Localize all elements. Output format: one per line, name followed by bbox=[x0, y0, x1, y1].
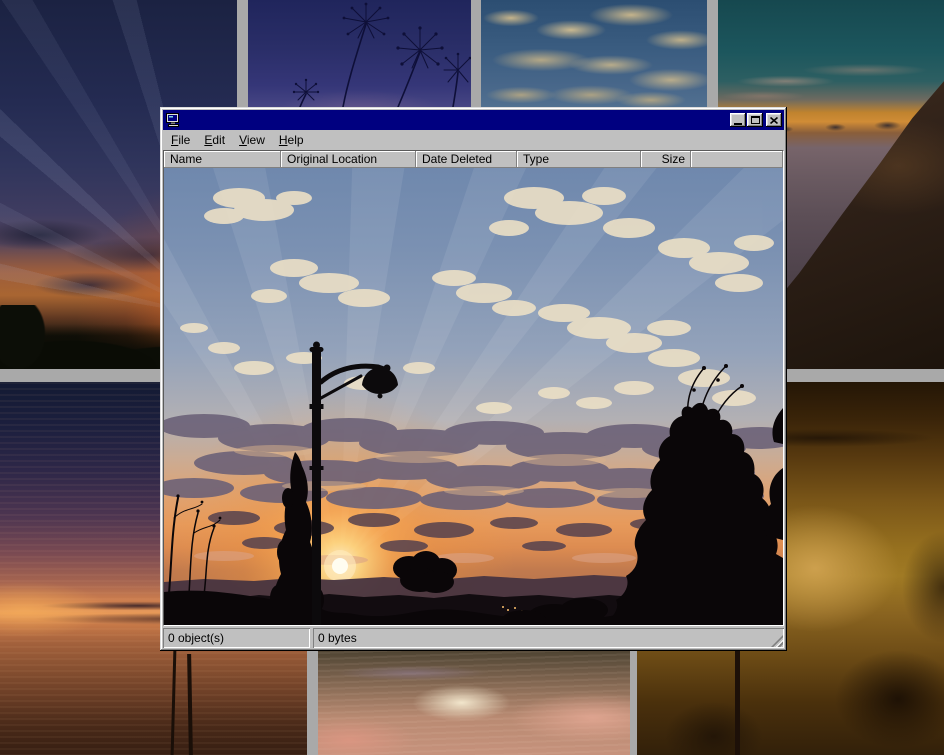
menu-edit[interactable]: Edit bbox=[197, 131, 232, 150]
column-header-date-deleted[interactable]: Date Deleted bbox=[416, 151, 517, 168]
menu-help[interactable]: Help bbox=[272, 131, 311, 150]
status-object-count: 0 object(s) bbox=[163, 628, 310, 648]
sunset-street-lamp-photo bbox=[164, 168, 783, 625]
column-header-size[interactable]: Size bbox=[641, 151, 691, 168]
title-bar[interactable] bbox=[163, 110, 784, 130]
maximize-button[interactable] bbox=[747, 113, 763, 127]
menu-file[interactable]: File bbox=[164, 131, 197, 150]
status-bar: 0 object(s) 0 bytes bbox=[163, 628, 784, 648]
column-header-original-location[interactable]: Original Location bbox=[281, 151, 416, 168]
amber-pole bbox=[735, 650, 740, 755]
desktop: { "desktop": { "gutter_color": "#a9a9a9"… bbox=[0, 0, 944, 755]
lake-pole bbox=[171, 650, 177, 755]
minimize-button[interactable] bbox=[730, 113, 746, 127]
column-header-blank[interactable] bbox=[691, 151, 783, 168]
file-list-view[interactable]: NameOriginal LocationDate DeletedTypeSiz… bbox=[163, 150, 784, 626]
maximize-icon bbox=[751, 116, 760, 124]
menu-bar: FileEditViewHelp bbox=[163, 130, 784, 150]
lake-pole bbox=[187, 654, 193, 755]
recycle-bin-window: FileEditViewHelp NameOriginal LocationDa… bbox=[160, 107, 787, 651]
client-area[interactable] bbox=[164, 168, 783, 625]
status-byte-count: 0 bytes bbox=[313, 628, 784, 648]
wallpaper-photo-clouds bbox=[481, 0, 707, 107]
computer-icon[interactable] bbox=[165, 112, 181, 128]
column-header-row: NameOriginal LocationDate DeletedTypeSiz… bbox=[164, 151, 783, 168]
column-header-type[interactable]: Type bbox=[517, 151, 641, 168]
menu-view[interactable]: View bbox=[232, 131, 272, 150]
close-icon bbox=[770, 117, 778, 124]
column-header-name[interactable]: Name bbox=[164, 151, 281, 168]
sun bbox=[332, 558, 348, 574]
close-button[interactable] bbox=[766, 113, 782, 127]
dried-flower-silhouette-art bbox=[248, 0, 471, 107]
wallpaper-photo-dried-flowers bbox=[248, 0, 471, 107]
minimize-icon bbox=[734, 123, 742, 125]
